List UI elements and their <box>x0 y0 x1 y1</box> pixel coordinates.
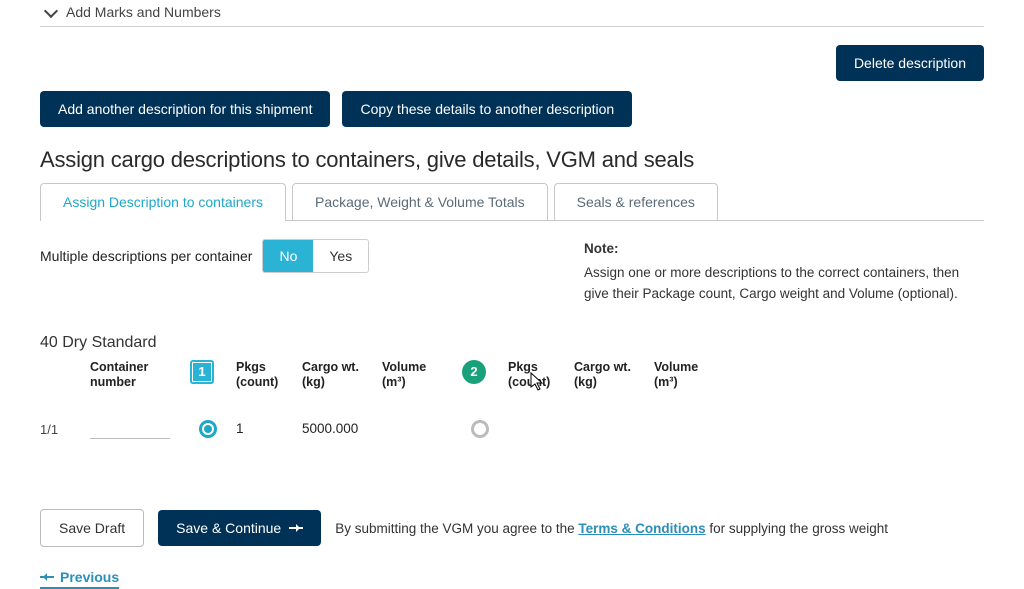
terms-link[interactable]: Terms & Conditions <box>578 521 705 536</box>
delete-description-button[interactable]: Delete description <box>836 45 984 81</box>
description-badge-2: 2 <box>462 360 486 384</box>
container-type-label: 40 Dry Standard <box>40 334 984 352</box>
row-index: 1/1 <box>40 422 80 437</box>
cargo-wt-2-value[interactable] <box>574 429 644 430</box>
arrow-left-icon <box>40 576 54 578</box>
add-another-description-button[interactable]: Add another description for this shipmen… <box>40 91 330 127</box>
multiple-descriptions-label: Multiple descriptions per container <box>40 248 252 264</box>
assign-desc2-radio[interactable] <box>471 420 489 438</box>
toggle-yes[interactable]: Yes <box>313 240 368 272</box>
submit-suffix: for supplying the gross weight <box>706 521 888 536</box>
arrow-right-icon <box>289 527 303 529</box>
chevron-down-icon <box>44 4 58 18</box>
section-title: Assign cargo descriptions to containers,… <box>40 147 984 173</box>
header-container-number: Container number <box>90 360 180 391</box>
note-label: Note: <box>584 239 984 259</box>
container-number-input[interactable] <box>90 419 170 439</box>
save-continue-button[interactable]: Save & Continue <box>158 510 321 546</box>
tab-seals-references[interactable]: Seals & references <box>554 183 718 220</box>
marks-numbers-label: Add Marks and Numbers <box>66 4 221 20</box>
header-cargo-wt-1: Cargo wt. (kg) <box>302 360 372 391</box>
submit-prefix: By submitting the VGM you agree to the <box>335 521 578 536</box>
volume-2-value[interactable] <box>654 429 724 430</box>
tab-assign-description[interactable]: Assign Description to containers <box>40 183 286 220</box>
description-badge-1: 1 <box>190 360 214 384</box>
copy-details-button[interactable]: Copy these details to another descriptio… <box>342 91 632 127</box>
previous-link[interactable]: Previous <box>40 569 119 589</box>
save-continue-label: Save & Continue <box>176 520 281 536</box>
header-pkgs-1: Pkgs (count) <box>236 360 292 391</box>
note-text: Assign one or more descriptions to the c… <box>584 265 959 300</box>
header-volume-2: Volume (m³) <box>654 360 724 391</box>
tabs: Assign Description to containers Package… <box>40 183 984 221</box>
previous-label: Previous <box>60 569 119 585</box>
marks-numbers-toggle[interactable]: Add Marks and Numbers <box>40 0 984 27</box>
header-cargo-wt-2: Cargo wt. (kg) <box>574 360 644 391</box>
volume-1-value[interactable] <box>382 429 452 430</box>
multiple-descriptions-toggle: No Yes <box>262 239 369 273</box>
assign-desc1-radio[interactable] <box>199 420 217 438</box>
submit-disclaimer: By submitting the VGM you agree to the T… <box>335 521 888 536</box>
pkgs-1-value[interactable]: 1 <box>236 421 292 437</box>
save-draft-button[interactable]: Save Draft <box>40 509 144 547</box>
header-volume-1: Volume (m³) <box>382 360 452 391</box>
cargo-wt-1-value[interactable]: 5000.000 <box>302 421 372 437</box>
tab-package-totals[interactable]: Package, Weight & Volume Totals <box>292 183 548 220</box>
toggle-no[interactable]: No <box>263 240 313 272</box>
header-pkgs-2: Pkgs (count) <box>508 360 564 391</box>
pkgs-2-value[interactable] <box>508 429 564 430</box>
